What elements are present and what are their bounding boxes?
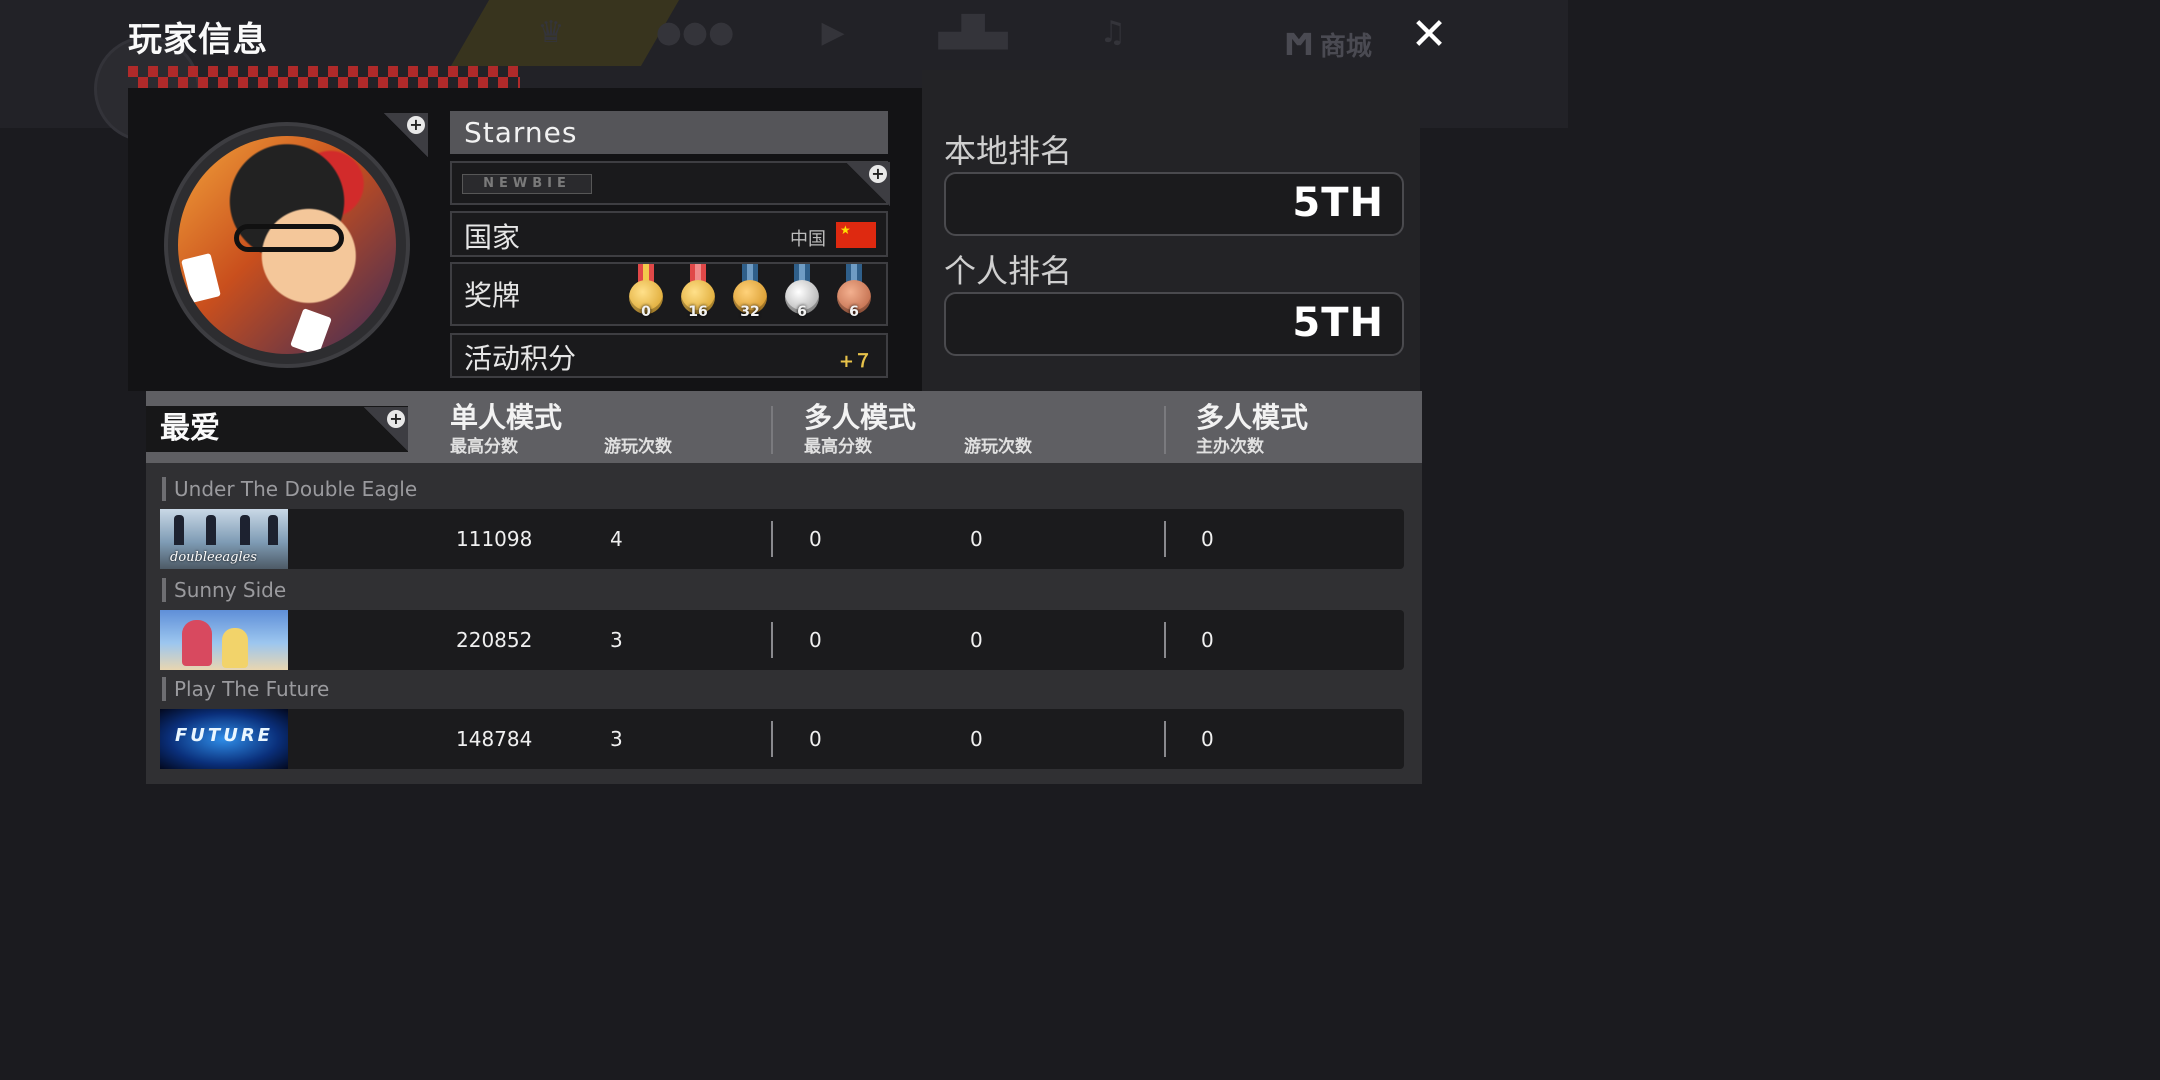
single-play-count-header: 游玩次数 (604, 437, 672, 457)
single-play-count: 3 (610, 628, 623, 652)
medal-count: 16 (688, 304, 708, 320)
multi-play-count: 0 (970, 628, 983, 652)
medal-count: 6 (849, 304, 859, 320)
column-divider (771, 406, 773, 454)
single-high-score: 111098 (456, 527, 533, 551)
single-play-count: 4 (610, 527, 623, 551)
song-row[interactable]: doubleeagles 111098 4 0 0 0 (160, 509, 1404, 569)
multi-high-score: 0 (809, 527, 822, 551)
player-name: Starnes (450, 111, 888, 154)
personal-rank-value: 5TH (1292, 300, 1384, 346)
song-row[interactable]: FUTURE 148784 3 0 0 0 (160, 709, 1404, 769)
single-mode-header: 单人模式 (450, 401, 563, 434)
row-divider (1164, 721, 1166, 757)
close-button[interactable]: ✕ (1406, 12, 1452, 58)
song-thumbnail: FUTURE (160, 709, 288, 769)
medal-row: 奖牌 0 16 32 6 6 (450, 262, 888, 326)
plus-icon: + (387, 410, 405, 428)
event-points-value: +７ (838, 351, 872, 372)
event-points-row: 活动积分 +７ (450, 333, 888, 378)
edit-badge-button[interactable]: + (846, 162, 890, 206)
single-high-score: 148784 (456, 727, 533, 751)
hosted-count: 0 (1201, 628, 1214, 652)
local-rank-value: 5TH (1292, 180, 1384, 226)
page-title: 玩家信息 (128, 20, 268, 60)
medal-list: 0 16 32 6 6 (628, 264, 876, 324)
song-thumbnail: doubleeagles (160, 509, 288, 569)
background-nav-group-icon: ●●● (655, 15, 735, 50)
row-divider (1164, 622, 1166, 658)
country-value: 中国 (790, 229, 826, 250)
song-thumbnail (160, 610, 288, 670)
plus-icon: + (407, 116, 425, 134)
china-flag-icon: ★ (836, 222, 876, 248)
add-favorite-button[interactable]: + (364, 407, 408, 451)
song-title: Play The Future (162, 677, 329, 701)
multi-mode-header: 多人模式 (804, 401, 917, 434)
hosted-count: 0 (1201, 527, 1214, 551)
background-nav-crown-icon: ♛ (537, 15, 565, 50)
host-mode-header: 多人模式 (1196, 401, 1309, 434)
multi-high-score-header: 最高分数 (804, 437, 872, 457)
multi-play-count: 0 (970, 727, 983, 751)
plus-icon: + (869, 165, 887, 183)
medal-count: 6 (797, 304, 807, 320)
medal-count: 0 (641, 304, 651, 320)
personal-rank-label: 个人排名 (944, 252, 1073, 290)
song-title: Sunny Side (162, 578, 286, 602)
row-divider (771, 721, 773, 757)
song-title: Under The Double Eagle (162, 477, 417, 501)
row-divider (1164, 521, 1166, 557)
thumbnail-text: doubleeagles (170, 550, 257, 565)
background-nav-music-icon: ♫ (1099, 15, 1127, 50)
shop-label: 商城 (1319, 32, 1372, 62)
checker-decoration (128, 66, 520, 88)
multi-play-count-header: 游玩次数 (964, 437, 1032, 457)
edit-avatar-button[interactable]: + (384, 113, 428, 157)
gold-medal-icon: 16 (680, 264, 716, 324)
gold-medal-icon: 0 (628, 264, 664, 324)
thumbnail-text: FUTURE (175, 725, 273, 746)
hosted-count-header: 主办次数 (1196, 437, 1264, 457)
row-divider (771, 622, 773, 658)
row-divider (771, 521, 773, 557)
column-divider (1164, 406, 1166, 454)
silver-medal-icon: 6 (784, 264, 820, 324)
local-rank-label: 本地排名 (944, 132, 1073, 170)
single-play-count: 3 (610, 727, 623, 751)
shop-icon: Ϻ (1284, 28, 1314, 63)
hosted-count: 0 (1201, 727, 1214, 751)
background-nav-play-icon: ▶ (821, 15, 845, 50)
song-row[interactable]: 220852 3 0 0 0 (160, 610, 1404, 670)
bronze-medal-icon: 6 (836, 264, 872, 324)
event-points-label: 活动积分 (464, 342, 577, 375)
multi-play-count: 0 (970, 527, 983, 551)
local-rank-box: 5TH (944, 172, 1404, 236)
medal-count: 32 (740, 304, 760, 320)
rank-badge: NEWBIE (462, 174, 592, 194)
gold-medal-icon: 32 (732, 264, 768, 324)
personal-rank-box: 5TH (944, 292, 1404, 356)
avatar[interactable] (178, 136, 396, 354)
country-label: 国家 (464, 221, 521, 254)
multi-high-score: 0 (809, 628, 822, 652)
multi-high-score: 0 (809, 727, 822, 751)
single-high-score: 220852 (456, 628, 533, 652)
single-high-score-header: 最高分数 (450, 437, 518, 457)
country-row: 国家 中国 ★ (450, 211, 888, 257)
badge-row: NEWBIE (450, 161, 888, 205)
background-shop-link: Ϻ 商城 (1284, 26, 1372, 63)
medal-label: 奖牌 (464, 279, 521, 312)
avatar-glasses (234, 224, 344, 252)
background-nav-podium-icon: ▄█▄ (938, 15, 1008, 50)
